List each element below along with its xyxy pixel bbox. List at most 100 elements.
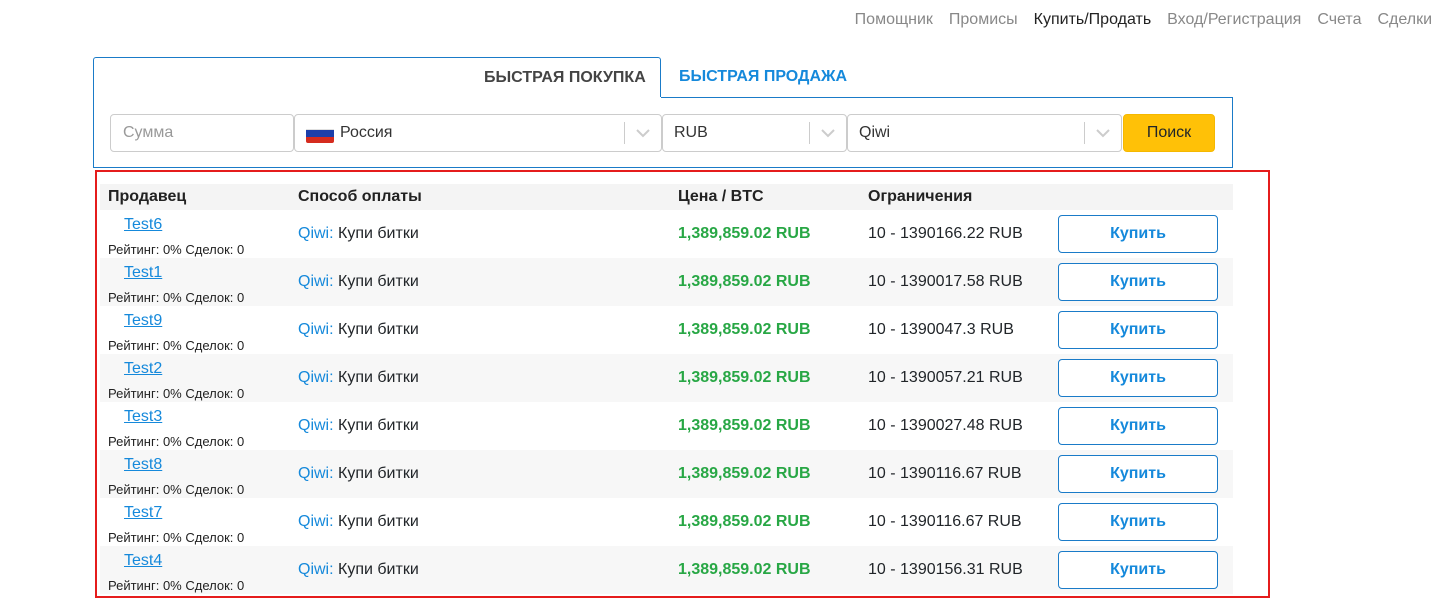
seller-rating: Рейтинг: 0% Сделок: 0 [108, 578, 245, 593]
offer-limits: 10 - 1390166.22 RUB [868, 225, 1023, 242]
seller-link[interactable]: Test3 [124, 408, 162, 426]
offer-limits: 10 - 1390027.48 RUB [868, 417, 1023, 434]
seller-link[interactable]: Test7 [124, 504, 162, 522]
seller-link[interactable]: Test2 [124, 360, 162, 378]
offer-description: Купи битки [338, 225, 419, 242]
header-price: Цена / BTC [678, 188, 764, 205]
chevron-down-icon[interactable] [625, 128, 661, 138]
payment-method-link[interactable]: Qiwi: [298, 417, 334, 434]
top-nav: Помощник Промисы Купить/Продать Вход/Рег… [855, 10, 1432, 30]
search-button[interactable]: Поиск [1123, 114, 1215, 152]
offer-price: 1,389,859.02 RUB [678, 561, 811, 578]
offer-price: 1,389,859.02 RUB [678, 273, 811, 290]
chevron-down-icon[interactable] [1085, 128, 1121, 138]
seller-link[interactable]: Test1 [124, 264, 162, 282]
offer-price: 1,389,859.02 RUB [678, 321, 811, 338]
offer-price: 1,389,859.02 RUB [678, 225, 811, 242]
offer-description: Купи битки [338, 417, 419, 434]
nav-link-accounts[interactable]: Счета [1317, 10, 1361, 30]
offer-limits: 10 - 1390116.67 RUB [868, 465, 1022, 482]
offer-limits: 10 - 1390047.3 RUB [868, 321, 1014, 338]
seller-rating: Рейтинг: 0% Сделок: 0 [108, 530, 245, 545]
offer-description: Купи битки [338, 273, 419, 290]
payment-method-link[interactable]: Qiwi: [298, 513, 334, 530]
seller-rating: Рейтинг: 0% Сделок: 0 [108, 482, 245, 497]
payment-info: Qiwi: Купи битки [298, 561, 419, 579]
offers-table: Продавец Способ оплаты Цена / BTC Ограни… [100, 184, 1233, 594]
offer-description: Купи битки [338, 561, 419, 578]
buy-button[interactable]: Купить [1058, 551, 1218, 589]
header-payment-method: Способ оплаты [298, 188, 422, 205]
offer-price: 1,389,859.02 RUB [678, 417, 811, 434]
table-row: Test7 Рейтинг: 0% Сделок: 0 Qiwi: Купи бит… [100, 498, 1233, 546]
table-row: Test3 Рейтинг: 0% Сделок: 0 Qiwi: Купи бит… [100, 402, 1233, 450]
nav-link-helper[interactable]: Помощник [855, 10, 933, 30]
payment-info: Qiwi: Купи битки [298, 321, 419, 339]
offer-limits: 10 - 1390116.67 RUB [868, 513, 1022, 530]
payment-info: Qiwi: Купи битки [298, 417, 419, 435]
buy-button[interactable]: Купить [1058, 455, 1218, 493]
payment-method-link[interactable]: Qiwi: [298, 465, 334, 482]
seller-rating: Рейтинг: 0% Сделок: 0 [108, 434, 245, 449]
payment-method-link[interactable]: Qiwi: [298, 321, 334, 338]
payment-info: Qiwi: Купи битки [298, 465, 419, 483]
header-seller: Продавец [108, 188, 187, 205]
offer-description: Купи битки [338, 513, 419, 530]
payment-info: Qiwi: Купи битки [298, 369, 419, 387]
buy-button[interactable]: Купить [1058, 215, 1218, 253]
nav-link-promises[interactable]: Промисы [949, 10, 1018, 30]
tab-quick-sell[interactable]: БЫСТРАЯ ПРОДАЖА [678, 57, 848, 97]
payment-method-value: Qiwi [859, 124, 891, 141]
payment-info: Qiwi: Купи битки [298, 513, 419, 531]
payment-method-link[interactable]: Qiwi: [298, 369, 334, 386]
seller-rating: Рейтинг: 0% Сделок: 0 [108, 242, 245, 257]
offer-price: 1,389,859.02 RUB [678, 513, 811, 530]
trade-tabs: БЫСТРАЯ ПОКУПКА БЫСТРАЯ ПРОДАЖА [93, 57, 1233, 98]
tab-quick-buy[interactable]: БЫСТРАЯ ПОКУПКА [93, 57, 661, 98]
table-row: Test1 Рейтинг: 0% Сделок: 0 Qiwi: Купи бит… [100, 258, 1233, 306]
currency-value: RUB [674, 124, 708, 141]
buy-button[interactable]: Купить [1058, 263, 1218, 301]
table-row: Test6 Рейтинг: 0% Сделок: 0 Qiwi: Купи бит… [100, 210, 1233, 258]
seller-link[interactable]: Test6 [124, 216, 162, 234]
payment-info: Qiwi: Купи битки [298, 225, 419, 243]
chevron-down-icon[interactable] [810, 128, 846, 138]
payment-info: Qiwi: Купи битки [298, 273, 419, 291]
seller-rating: Рейтинг: 0% Сделок: 0 [108, 290, 245, 305]
table-row: Test8 Рейтинг: 0% Сделок: 0 Qiwi: Купи бит… [100, 450, 1233, 498]
amount-field[interactable] [110, 114, 294, 152]
seller-link[interactable]: Test8 [124, 456, 162, 474]
seller-rating: Рейтинг: 0% Сделок: 0 [108, 338, 245, 353]
buy-button[interactable]: Купить [1058, 359, 1218, 397]
offer-description: Купи битки [338, 465, 419, 482]
nav-link-deals[interactable]: Сделки [1377, 10, 1432, 30]
seller-link[interactable]: Test9 [124, 312, 162, 330]
offer-price: 1,389,859.02 RUB [678, 369, 811, 386]
active-tab-gap [94, 97, 661, 99]
buy-button[interactable]: Купить [1058, 503, 1218, 541]
offer-limits: 10 - 1390057.21 RUB [868, 369, 1023, 386]
country-value: Россия [340, 124, 393, 141]
seller-link[interactable]: Test4 [124, 552, 162, 570]
currency-select[interactable]: RUB [662, 114, 847, 152]
country-select[interactable]: Россия [294, 114, 662, 152]
buy-button[interactable]: Купить [1058, 311, 1218, 349]
payment-method-link[interactable]: Qiwi: [298, 225, 334, 242]
buy-button[interactable]: Купить [1058, 407, 1218, 445]
payment-method-select[interactable]: Qiwi [847, 114, 1122, 152]
offer-limits: 10 - 1390017.58 RUB [868, 273, 1023, 290]
payment-method-link[interactable]: Qiwi: [298, 561, 334, 578]
table-header: Продавец Способ оплаты Цена / BTC Ограни… [100, 184, 1233, 210]
table-row: Test2 Рейтинг: 0% Сделок: 0 Qiwi: Купи бит… [100, 354, 1233, 402]
russia-flag-icon [306, 123, 334, 143]
offer-description: Купи битки [338, 369, 419, 386]
table-row: Test4 Рейтинг: 0% Сделок: 0 Qiwi: Купи бит… [100, 546, 1233, 594]
nav-link-login[interactable]: Вход/Регистрация [1167, 10, 1301, 30]
amount-input[interactable] [111, 115, 293, 151]
offer-description: Купи битки [338, 321, 419, 338]
table-row: Test9 Рейтинг: 0% Сделок: 0 Qiwi: Купи бит… [100, 306, 1233, 354]
nav-link-buy-sell[interactable]: Купить/Продать [1034, 10, 1152, 30]
seller-rating: Рейтинг: 0% Сделок: 0 [108, 386, 245, 401]
payment-method-link[interactable]: Qiwi: [298, 273, 334, 290]
header-limits: Ограничения [868, 188, 973, 205]
